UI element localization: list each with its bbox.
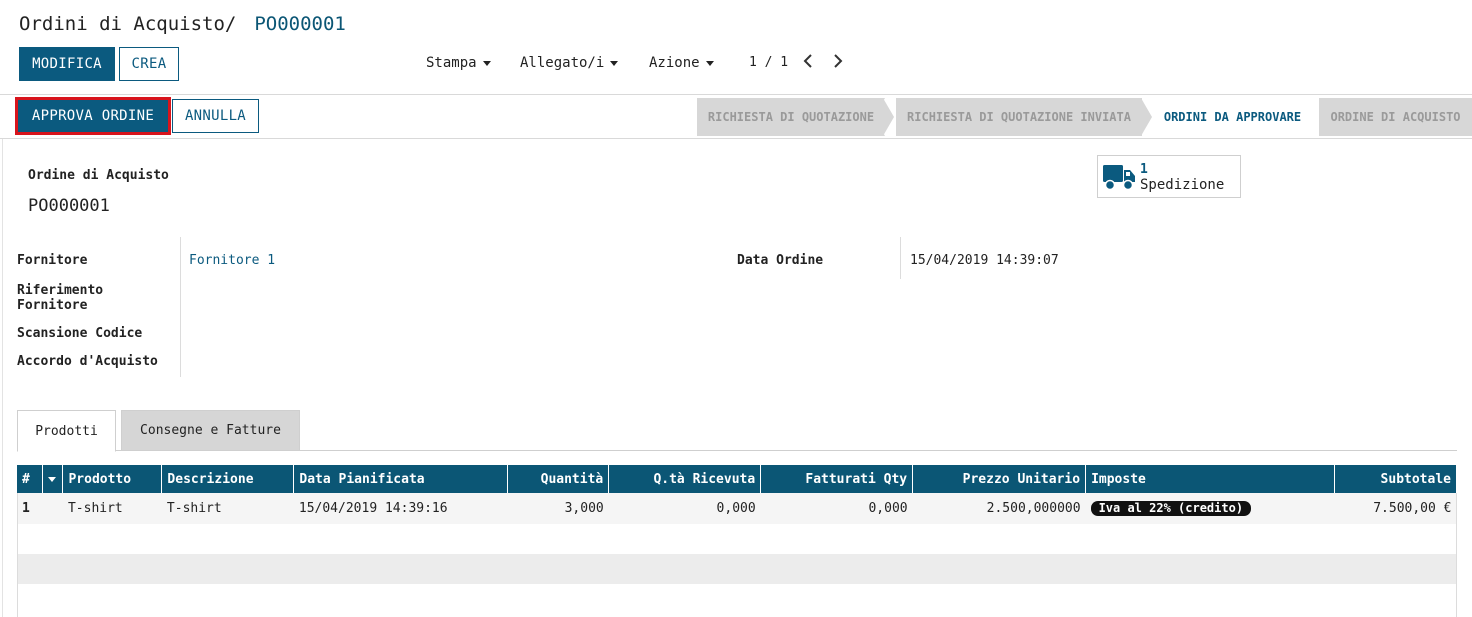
cell-seq: 1 xyxy=(17,493,43,524)
order-date-value: 15/04/2019 14:39:07 xyxy=(910,253,1059,268)
stage-separator xyxy=(1141,98,1152,136)
tax-badge: Iva al 22% (credito) xyxy=(1090,501,1252,516)
column-description[interactable]: Descrizione xyxy=(161,465,295,493)
order-name: PO000001 xyxy=(28,196,110,216)
cell-invoiced-qty: 0,000 xyxy=(760,493,913,524)
column-unit-price[interactable]: Prezzo Unitario xyxy=(912,465,1087,493)
cell-planned-date[interactable]: 15/04/2019 14:39:16 xyxy=(293,493,508,524)
table-row-empty xyxy=(17,584,1457,614)
stage-purchase-order[interactable]: ORDINE DI ACQUISTO xyxy=(1319,98,1472,136)
barcode-label: Scansione Codice xyxy=(17,326,143,341)
caret-down-icon xyxy=(482,60,491,66)
chevron-left-icon[interactable] xyxy=(803,52,813,73)
cell-options xyxy=(42,493,63,524)
table-row[interactable]: 1 T-shirt T-shirt 15/04/2019 14:39:16 3,… xyxy=(17,493,1457,524)
notebook-tabs: Prodotti Consegne e Fatture xyxy=(17,410,1457,452)
control-panel: Ordini di Acquisto/ PO000001 MODIFICA CRE… xyxy=(0,0,1472,95)
action-dropdown[interactable]: Azione xyxy=(649,55,714,71)
breadcrumb-separator: / xyxy=(224,13,237,35)
stage-rfq-sent[interactable]: RICHIESTA DI QUOTAZIONE INVIATA xyxy=(896,98,1142,136)
field-divider xyxy=(180,237,181,377)
order-lines-table: # Prodotto Descrizione Data Pianificata … xyxy=(17,465,1458,614)
cell-quantity[interactable]: 3,000 xyxy=(507,493,609,524)
stage-rfq[interactable]: RICHIESTA DI QUOTAZIONE xyxy=(697,98,885,136)
caret-down-icon xyxy=(610,60,619,66)
cell-subtotal: 7.500,00 € xyxy=(1334,493,1457,524)
vendor-reference-label-line2: Fornitore xyxy=(17,298,88,313)
caret-down-icon xyxy=(48,476,57,482)
form-type-label: Ordine di Acquisto xyxy=(28,168,169,183)
column-seq[interactable]: # xyxy=(17,465,44,493)
action-dropdown-label: Azione xyxy=(649,55,700,71)
shipments-smart-button[interactable]: 1 Spedizione xyxy=(1097,155,1241,198)
cancel-order-button[interactable]: ANNULLA xyxy=(172,99,259,133)
edit-button[interactable]: MODIFICA xyxy=(19,47,115,81)
table-row-empty xyxy=(17,524,1457,554)
agreement-label: Accordo d'Acquisto xyxy=(17,354,158,369)
tab-products[interactable]: Prodotti xyxy=(17,410,116,452)
approve-order-button[interactable]: APPROVA ORDINE xyxy=(15,97,171,135)
tab-shipments-invoices[interactable]: Consegne e Fatture xyxy=(121,410,300,451)
cell-received-qty: 0,000 xyxy=(608,493,761,524)
table-header-row: # Prodotto Descrizione Data Pianificata … xyxy=(17,465,1458,493)
vendor-reference-label-line1: Riferimento xyxy=(17,283,104,298)
cell-unit-price[interactable]: 2.500,000000 xyxy=(912,493,1086,524)
order-date-label: Data Ordine xyxy=(737,253,824,268)
stage-separator xyxy=(1308,98,1319,136)
shipments-label: Spedizione xyxy=(1140,177,1225,193)
breadcrumb-parent[interactable]: Ordini di Acquisto xyxy=(19,13,225,35)
column-subtotal[interactable]: Subtotale xyxy=(1334,465,1458,493)
column-invoiced-qty[interactable]: Fatturati Qty xyxy=(760,465,914,493)
chevron-right-icon[interactable] xyxy=(833,52,843,73)
vendor-link[interactable]: Fornitore 1 xyxy=(189,253,275,268)
attachments-dropdown-label: Allegato/i xyxy=(520,55,605,71)
stage-separator xyxy=(883,98,894,136)
breadcrumb: Ordini di Acquisto/ PO000001 xyxy=(19,13,346,35)
cell-product[interactable]: T-shirt xyxy=(62,493,162,524)
column-quantity[interactable]: Quantità xyxy=(507,465,610,493)
shipments-count: 1 xyxy=(1140,162,1148,177)
truck-icon xyxy=(1103,163,1135,195)
column-received-qty[interactable]: Q.tà Ricevuta xyxy=(608,465,762,493)
column-planned-date[interactable]: Data Pianificata xyxy=(293,465,509,493)
caret-down-icon xyxy=(705,60,714,66)
column-options[interactable] xyxy=(42,465,64,493)
pager-value[interactable]: 1 / 1 xyxy=(749,55,788,70)
cell-taxes[interactable]: Iva al 22% (credito) xyxy=(1085,493,1335,524)
breadcrumb-current: PO000001 xyxy=(254,13,346,35)
stage-to-approve[interactable]: ORDINI DA APPROVARE xyxy=(1155,98,1310,136)
attachments-dropdown[interactable]: Allegato/i xyxy=(520,55,619,71)
print-dropdown[interactable]: Stampa xyxy=(426,55,491,71)
create-button[interactable]: CREA xyxy=(119,47,179,81)
column-product[interactable]: Prodotto xyxy=(62,465,163,493)
field-divider xyxy=(900,237,901,279)
table-row-empty xyxy=(17,554,1457,584)
column-taxes[interactable]: Imposte xyxy=(1085,465,1335,493)
status-bar: APPROVA ORDINE ANNULLA RICHIESTA DI QUOT… xyxy=(0,95,1472,139)
vendor-label: Fornitore xyxy=(17,253,88,268)
cell-description[interactable]: T-shirt xyxy=(161,493,294,524)
print-dropdown-label: Stampa xyxy=(426,55,477,71)
